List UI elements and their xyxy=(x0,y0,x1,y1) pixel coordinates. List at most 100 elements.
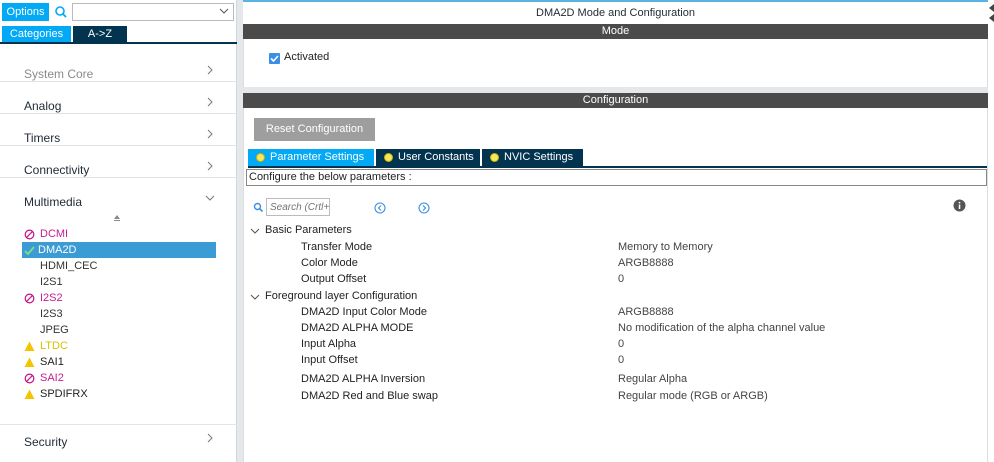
list-item-i2s3[interactable]: I2S3 xyxy=(24,306,218,322)
category-connectivity[interactable]: Connectivity xyxy=(0,146,237,178)
warning-icon xyxy=(24,389,35,400)
configuration-header: Configuration xyxy=(243,93,988,108)
search-icon[interactable] xyxy=(253,202,264,213)
category-label: Multimedia xyxy=(24,195,83,209)
param-row[interactable]: Input Alpha 0 xyxy=(244,336,989,352)
param-value[interactable]: ARGB8888 xyxy=(618,304,674,320)
tab-parameter-settings[interactable]: Parameter Settings xyxy=(248,149,374,166)
item-label: SPDIFRX xyxy=(40,388,88,400)
param-name: DMA2D ALPHA Inversion xyxy=(301,373,426,385)
tab-categories[interactable]: Categories xyxy=(2,26,71,42)
list-item-dcmi[interactable]: DCMI xyxy=(24,226,218,242)
param-name: Output Offset xyxy=(301,273,367,285)
info-icon[interactable] xyxy=(953,199,966,212)
status-dot-icon xyxy=(384,153,393,162)
item-label: LTDC xyxy=(40,340,68,352)
tab-underline xyxy=(248,166,987,168)
list-item-ltdc[interactable]: LTDC xyxy=(24,338,218,354)
item-label: I2S1 xyxy=(40,276,63,288)
list-item-sai1[interactable]: SAI1 xyxy=(24,354,218,370)
left-panel: Options Categories A->Z System Core Anal… xyxy=(0,0,237,462)
chevron-down-icon[interactable] xyxy=(219,5,229,17)
top-accent-line xyxy=(243,0,988,2)
param-row[interactable]: Color Mode ARGB8888 xyxy=(244,255,989,271)
search-icon[interactable] xyxy=(51,3,71,21)
chevron-down-icon xyxy=(250,226,260,235)
tab-a-z[interactable]: A->Z xyxy=(73,26,127,42)
param-value[interactable]: Memory to Memory xyxy=(618,239,713,255)
group-label: Foreground layer Configuration xyxy=(265,290,418,302)
param-value[interactable]: Regular mode (RGB or ARGB) xyxy=(618,388,768,404)
status-dot-icon xyxy=(490,153,499,162)
chevron-right-icon xyxy=(205,160,215,172)
reset-configuration-button[interactable]: Reset Configuration xyxy=(254,118,375,141)
param-name: Color Mode xyxy=(301,257,358,269)
activated-label: Activated xyxy=(284,51,330,63)
category-multimedia[interactable]: Multimedia xyxy=(0,178,237,210)
item-label: DMA2D xyxy=(38,244,77,256)
list-item-spdifrx[interactable]: SPDIFRX xyxy=(24,386,218,402)
scroll-up-icon[interactable] xyxy=(112,214,122,224)
list-item-jpeg[interactable]: JPEG xyxy=(24,322,218,338)
list-item-i2s1[interactable]: I2S1 xyxy=(24,274,218,290)
tab-nvic-settings[interactable]: NVIC Settings xyxy=(482,149,583,166)
param-value[interactable]: ARGB8888 xyxy=(618,255,674,271)
category-label: Security xyxy=(24,435,68,449)
mode-header: Mode xyxy=(243,24,988,39)
item-label: DCMI xyxy=(40,228,69,240)
tab-label: NVIC Settings xyxy=(504,151,574,163)
category-system-core[interactable]: System Core xyxy=(0,50,237,82)
param-row[interactable]: Output Offset 0 xyxy=(244,271,989,287)
param-value[interactable]: 0 xyxy=(618,271,624,287)
item-label: SAI2 xyxy=(40,372,64,384)
param-row[interactable]: DMA2D ALPHA MODE No modification of the … xyxy=(244,320,989,336)
page-title: DMA2D Mode and Configuration xyxy=(536,7,695,19)
param-row[interactable]: DMA2D Red and Blue swap Regular mode (RG… xyxy=(244,388,989,404)
item-label: HDMI_CEC xyxy=(40,260,98,272)
search-field[interactable] xyxy=(267,199,329,215)
collapse-panel-icon[interactable] xyxy=(988,0,994,24)
category-security[interactable]: Security xyxy=(0,424,237,456)
param-value[interactable]: No modification of the alpha channel val… xyxy=(618,320,825,336)
list-item-hdmi-cec[interactable]: HDMI_CEC xyxy=(24,258,218,274)
warning-icon xyxy=(24,341,35,352)
parameter-search-input[interactable] xyxy=(266,198,330,216)
tab-strip xyxy=(0,42,237,44)
param-row[interactable]: DMA2D ALPHA Inversion Regular Alpha xyxy=(244,371,989,387)
chevron-down-icon xyxy=(250,292,260,301)
category-timers[interactable]: Timers xyxy=(0,114,237,146)
previous-match-icon[interactable] xyxy=(374,202,386,214)
param-value[interactable]: 0 xyxy=(618,352,624,368)
list-item-i2s2[interactable]: I2S2 xyxy=(24,290,218,306)
param-name: Transfer Mode xyxy=(301,241,373,253)
param-name: DMA2D Red and Blue swap xyxy=(301,390,438,402)
param-value[interactable]: Regular Alpha xyxy=(618,371,687,387)
warning-icon xyxy=(24,357,35,368)
chevron-down-icon xyxy=(205,192,215,204)
param-name: DMA2D Input Color Mode xyxy=(301,306,427,318)
category-analog[interactable]: Analog xyxy=(0,82,237,114)
activated-checkbox[interactable] xyxy=(269,53,280,64)
next-match-icon[interactable] xyxy=(418,202,430,214)
param-name: DMA2D ALPHA MODE xyxy=(301,322,414,334)
prohibited-icon xyxy=(24,229,35,240)
param-value[interactable]: 0 xyxy=(618,336,624,352)
tab-user-constants[interactable]: User Constants xyxy=(376,149,480,166)
list-item-sai2[interactable]: SAI2 xyxy=(24,370,218,386)
category-label: Timers xyxy=(24,131,61,145)
chevron-right-icon xyxy=(205,96,215,108)
checkmark-icon xyxy=(24,245,35,256)
chevron-right-icon xyxy=(205,432,215,444)
right-panel: DMA2D Mode and Configuration Mode Activa… xyxy=(243,0,994,462)
options-button[interactable]: Options xyxy=(2,3,49,21)
param-row[interactable]: DMA2D Input Color Mode ARGB8888 xyxy=(244,304,989,320)
list-item-dma2d[interactable]: DMA2D xyxy=(22,242,216,258)
search-combobox[interactable] xyxy=(72,3,234,21)
configure-description: Configure the below parameters : xyxy=(246,169,987,186)
chevron-right-icon xyxy=(205,64,215,76)
tab-label: User Constants xyxy=(398,151,474,163)
prohibited-icon xyxy=(24,293,35,304)
param-row[interactable]: Transfer Mode Memory to Memory xyxy=(244,239,989,255)
mode-panel: Activated xyxy=(243,39,988,87)
param-row[interactable]: Input Offset 0 xyxy=(244,352,989,368)
